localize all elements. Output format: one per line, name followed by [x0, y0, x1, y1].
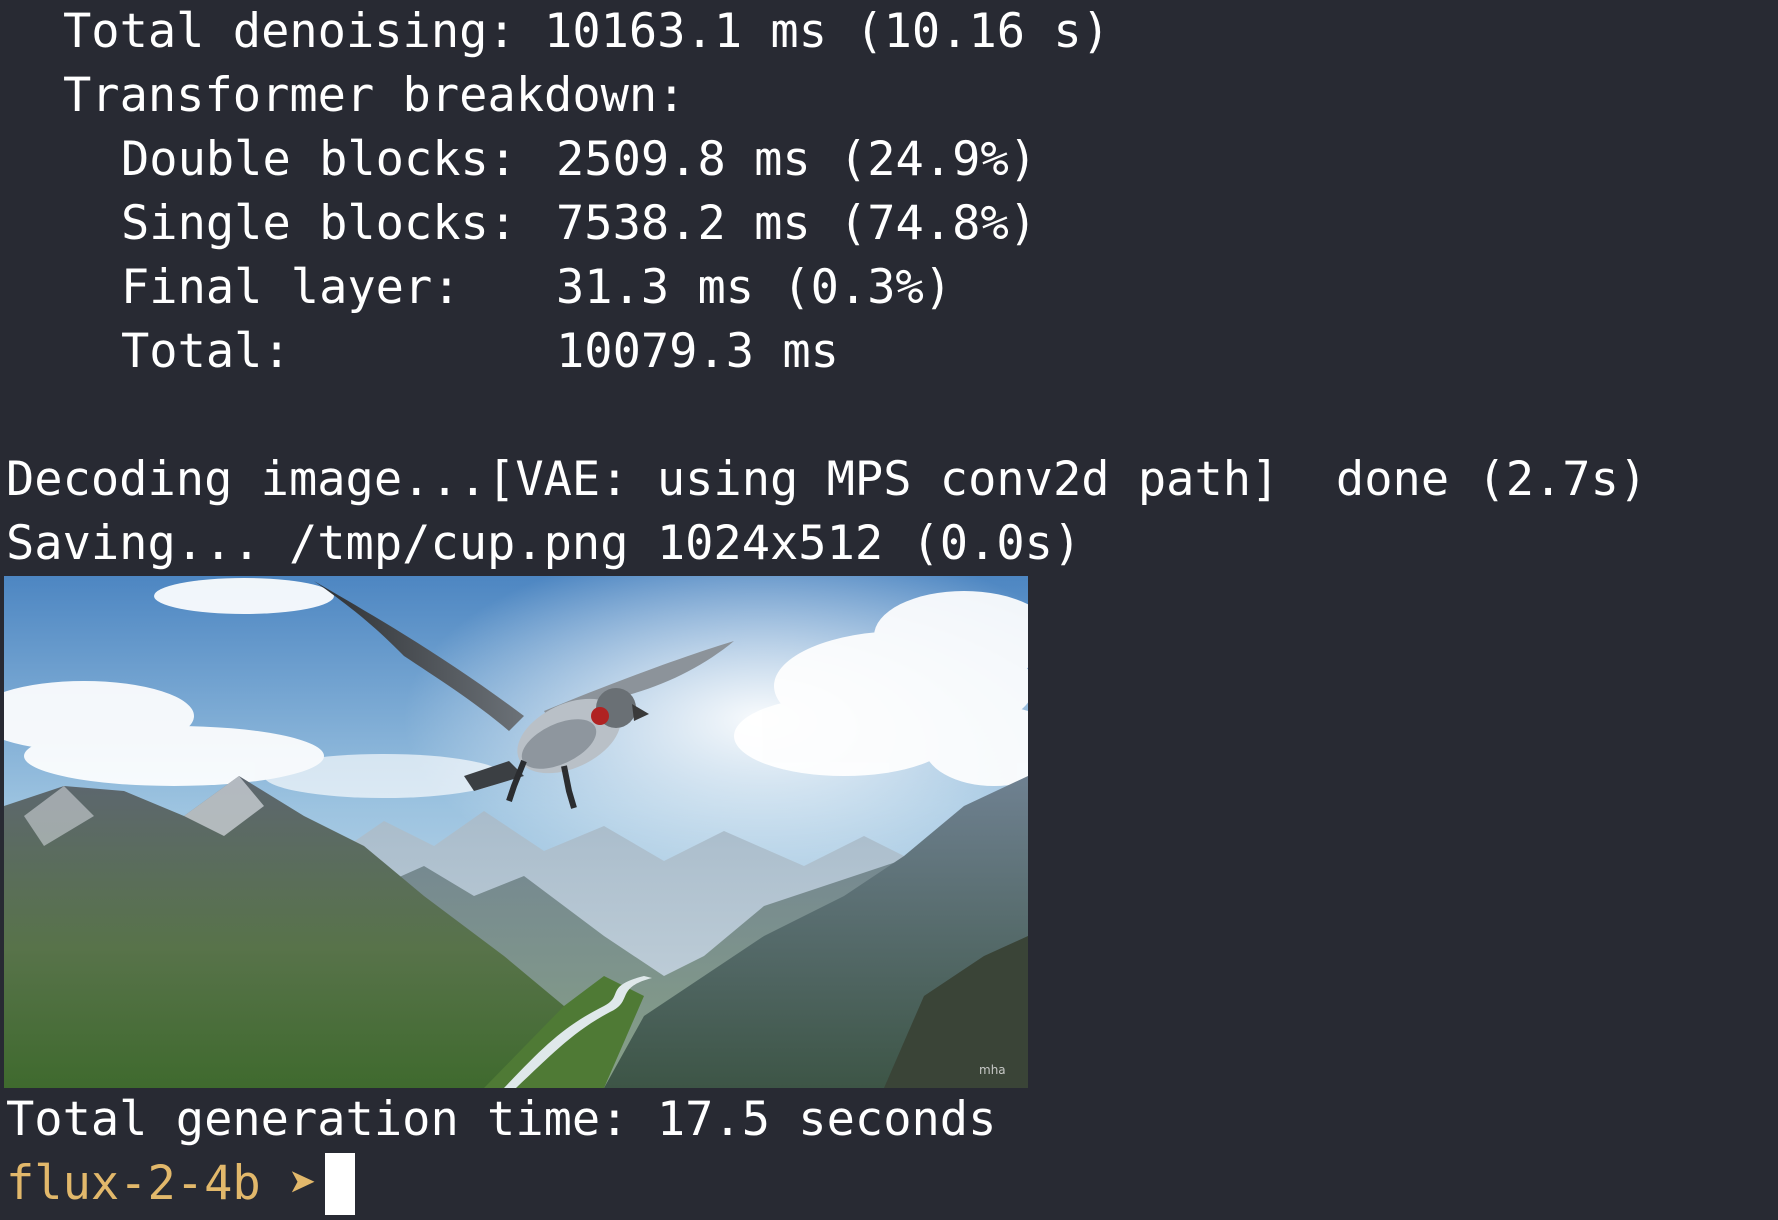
breakdown-label: Final layer:	[121, 260, 461, 315]
svg-text:mha: mha	[979, 1063, 1006, 1077]
breakdown-header: Transformer breakdown:	[63, 68, 686, 123]
prompt-line[interactable]: flux-2-4b ➤	[6, 1152, 356, 1216]
generated-image-illustration: mha	[4, 576, 1028, 1088]
decoding-line: Decoding image...[VAE: using MPS conv2d …	[6, 452, 1648, 507]
breakdown-label: Double blocks:	[121, 132, 518, 187]
prompt-arrow-icon: ➤	[288, 1156, 318, 1211]
breakdown-row-double: Double blocks: 2509.8 ms (24.9%)	[121, 128, 1037, 192]
total-generation-time: Total generation time: 17.5 seconds	[6, 1092, 997, 1147]
breakdown-row-single: Single blocks: 7538.2 ms (74.8%)	[121, 192, 1037, 256]
prompt-name: flux-2-4b	[6, 1156, 261, 1211]
total-denoising-line: Total denoising: 10163.1 ms (10.16 s)	[63, 4, 1110, 59]
breakdown-row-final: Final layer: 31.3 ms (0.3%)	[121, 256, 952, 320]
breakdown-label: Total:	[121, 324, 291, 379]
breakdown-value: 7538.2 ms (74.8%)	[556, 196, 1038, 251]
breakdown-row-total: Total: 10079.3 ms	[121, 320, 839, 384]
breakdown-value: 31.3 ms (0.3%)	[556, 260, 953, 315]
saving-line: Saving... /tmp/cup.png 1024x512 (0.0s)	[6, 516, 1082, 571]
text-cursor	[325, 1153, 356, 1215]
breakdown-value: 10079.3 ms	[556, 324, 839, 379]
generated-image: mha	[4, 576, 1028, 1088]
breakdown-label: Single blocks:	[121, 196, 518, 251]
breakdown-value: 2509.8 ms (24.9%)	[556, 132, 1038, 187]
